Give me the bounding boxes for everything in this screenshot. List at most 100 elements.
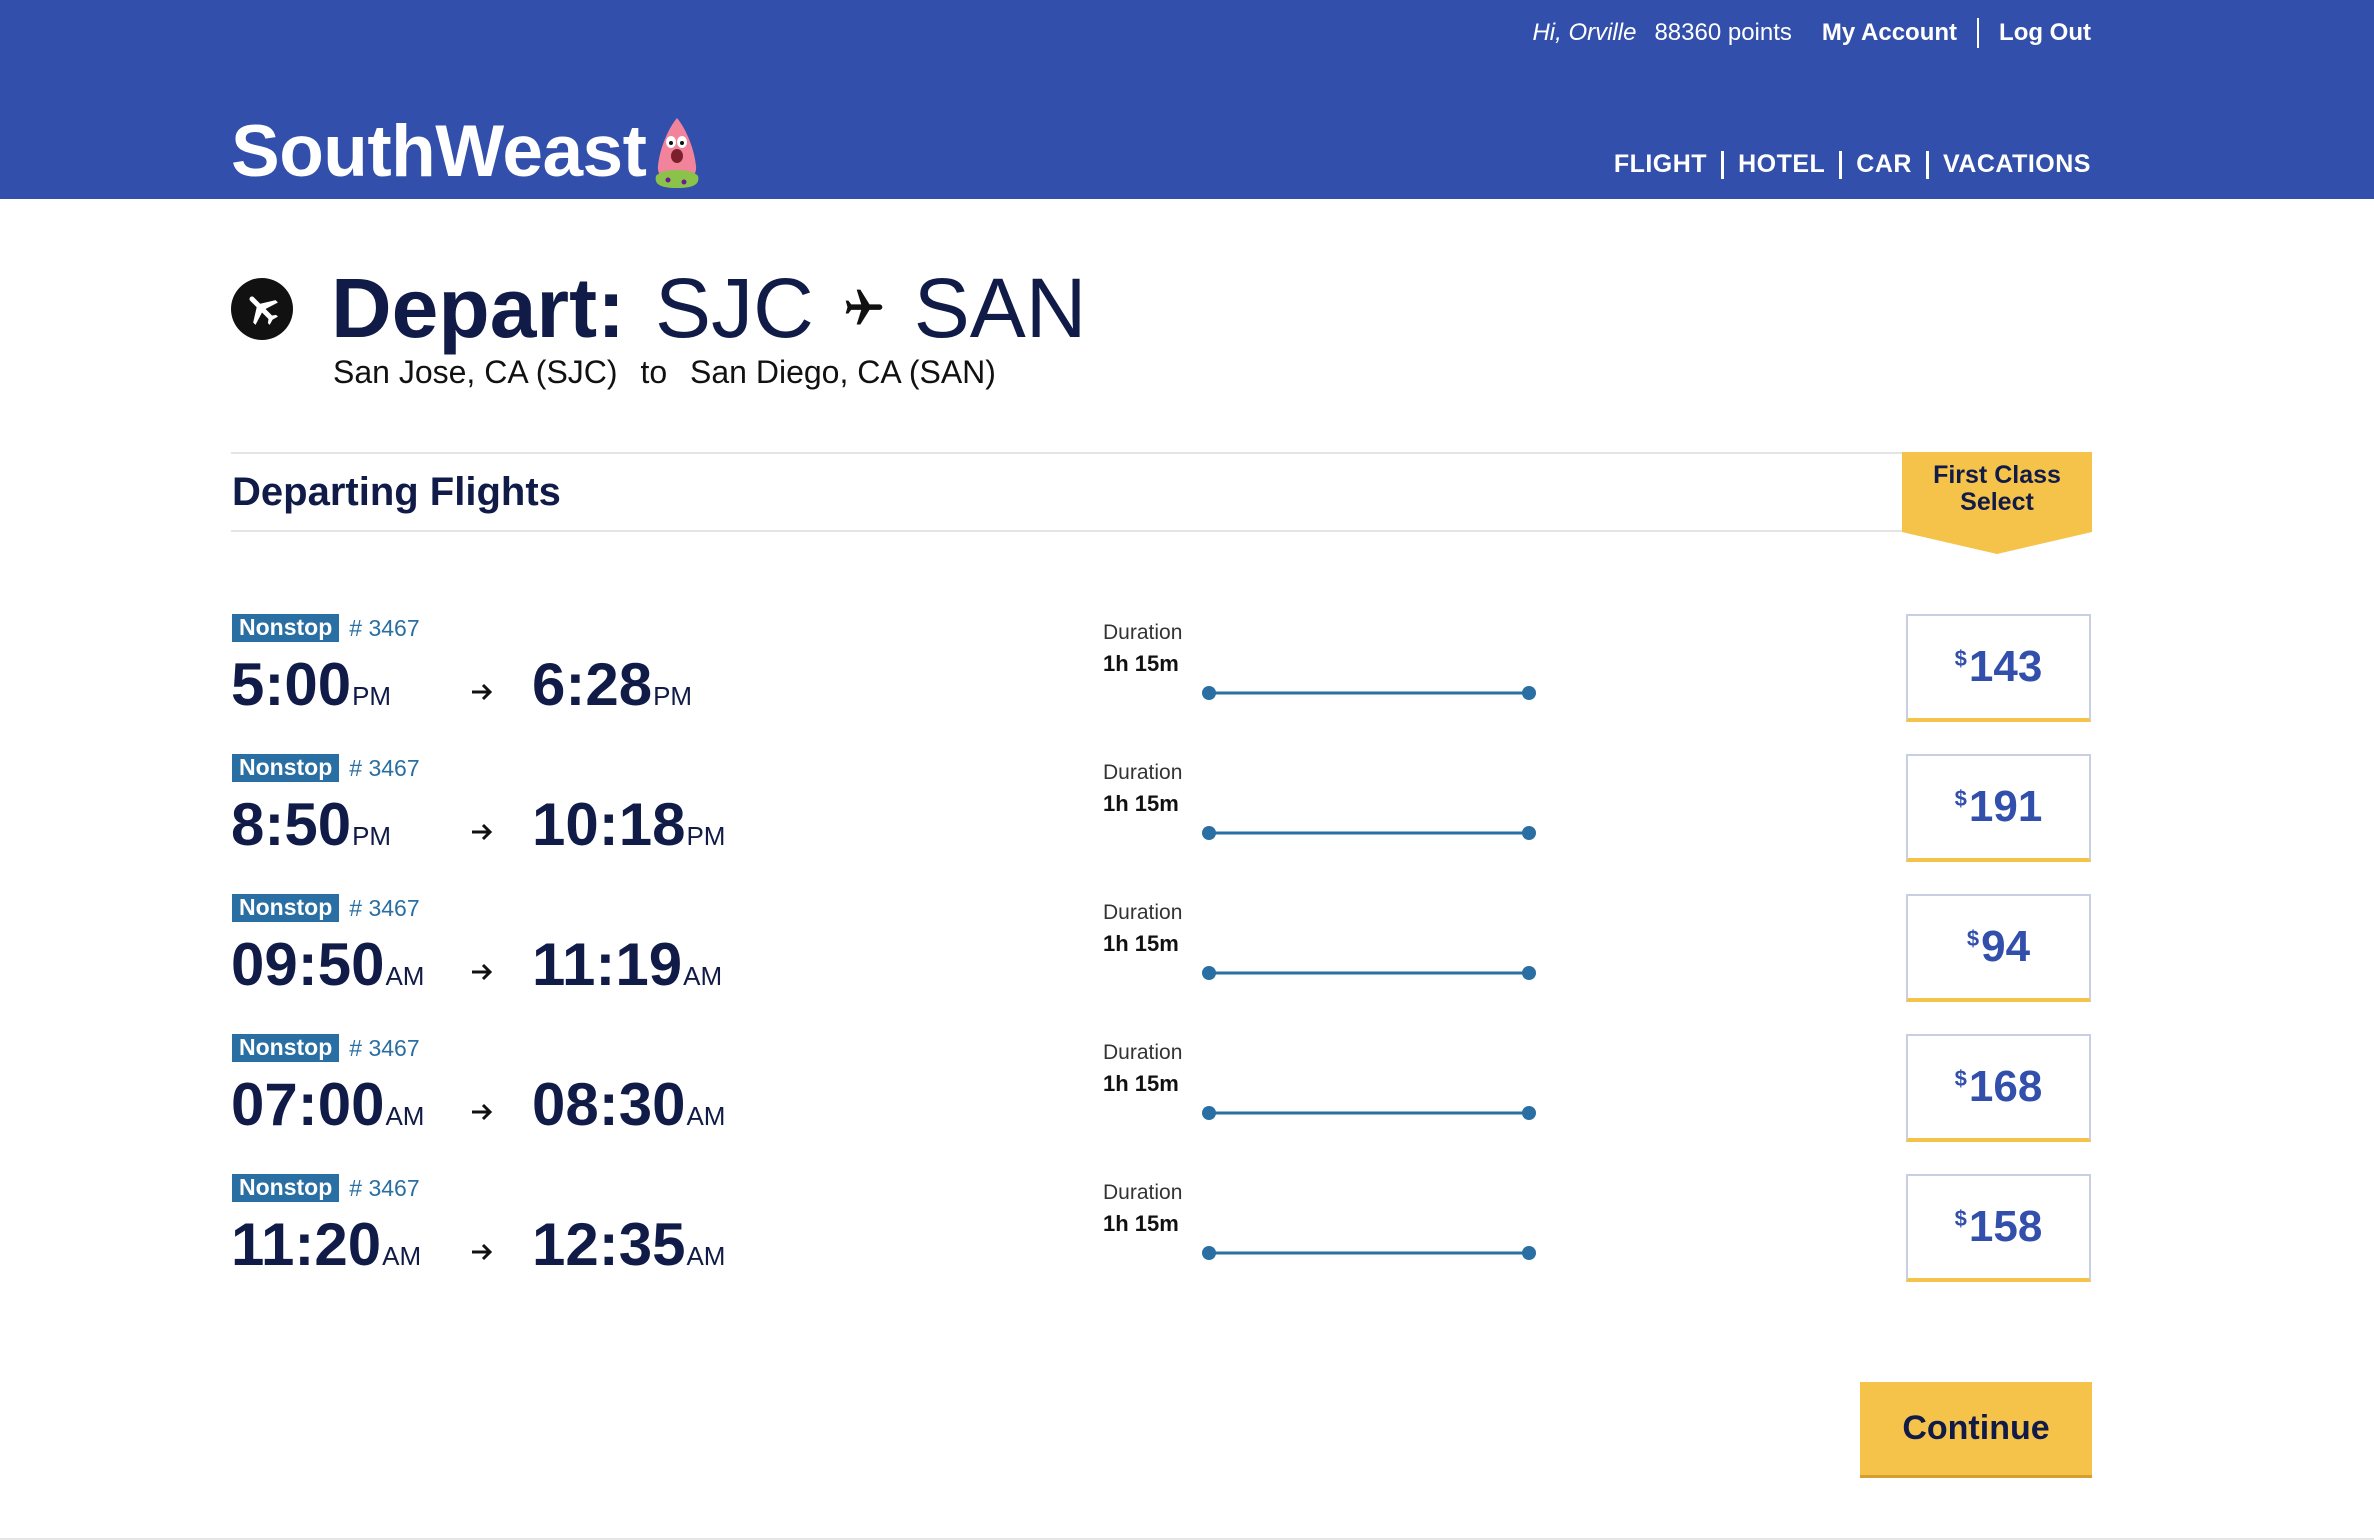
duration-label: Duration: [1103, 761, 1183, 784]
airplane-circle-icon: [231, 278, 293, 340]
nonstop-badge: Nonstop: [232, 754, 340, 782]
flight-row: Nonstop # 3467 07:00AM 08:30AM Duration …: [0, 1034, 2374, 1174]
destination-code: SAN: [913, 261, 1087, 355]
divider: [231, 452, 1903, 454]
page-title: Depart: SJC SAN: [331, 258, 1086, 358]
fare-class-line1: First Class: [1933, 461, 2061, 489]
currency-symbol: $: [1954, 786, 1967, 811]
departure-ampm: PM: [352, 821, 392, 851]
departure-time: 5:00PM: [231, 654, 391, 727]
fare-class-line2: Select: [1960, 488, 2034, 516]
continue-button[interactable]: Continue: [1860, 1382, 2092, 1478]
nonstop-badge: Nonstop: [232, 614, 340, 642]
duration-label: Duration: [1103, 621, 1183, 644]
arrival-ampm: AM: [683, 961, 723, 991]
origin-full: San Jose, CA (SJC): [333, 354, 618, 390]
departure-ampm: AM: [382, 1241, 422, 1271]
destination-full: San Diego, CA (SAN): [690, 354, 996, 390]
flight-badge-line: Nonstop # 3467: [232, 1034, 420, 1062]
price-button[interactable]: $168: [1906, 1034, 2091, 1142]
arrow-right-icon: [472, 1243, 493, 1261]
departure-time: 8:50PM: [231, 794, 391, 867]
flight-badge-line: Nonstop # 3467: [232, 1174, 420, 1202]
account-bar: Hi, Orville 88360 points My Account Log …: [1532, 18, 2091, 48]
airplane-icon: [842, 286, 886, 330]
duration-track: [1202, 826, 1536, 840]
points-balance: 88360 points: [1654, 19, 1792, 46]
divider: [231, 530, 1903, 532]
departure-time: 09:50AM: [231, 934, 424, 1007]
origin-code: SJC: [655, 261, 814, 355]
currency-symbol: $: [1954, 1066, 1967, 1091]
flight-row: Nonstop # 3467 11:20AM 12:35AM Duration …: [0, 1174, 2374, 1314]
flight-row: Nonstop # 3467 8:50PM 10:18PM Duration 1…: [0, 754, 2374, 894]
price-amount: 158: [1968, 1202, 2043, 1251]
flight-row: Nonstop # 3467 5:00PM 6:28PM Duration 1h…: [0, 614, 2374, 754]
logo-text: SouthWeast: [231, 111, 647, 192]
duration-track: [1202, 1106, 1536, 1120]
to-word: to: [640, 354, 668, 390]
departure-time-value: 5:00: [231, 651, 352, 718]
arrival-time-value: 10:18: [532, 791, 686, 858]
flight-badge-line: Nonstop # 3467: [232, 894, 420, 922]
my-account-link[interactable]: My Account: [1822, 19, 1957, 47]
arrow-right-icon: [472, 963, 493, 981]
duration-track: [1202, 686, 1536, 700]
flight-number: # 3467: [349, 754, 420, 781]
duration-track: [1202, 966, 1536, 980]
arrival-ampm: PM: [653, 681, 693, 711]
departure-time-value: 8:50: [231, 791, 352, 858]
flight-number: # 3467: [349, 894, 420, 921]
nonstop-badge: Nonstop: [232, 1034, 340, 1062]
divider: [1839, 150, 1843, 179]
nav-car[interactable]: CAR: [1856, 150, 1912, 179]
flight-number: # 3467: [349, 614, 420, 641]
arrival-time-value: 12:35: [532, 1211, 686, 1278]
arrival-ampm: AM: [686, 1241, 726, 1271]
arrival-time: 10:18PM: [532, 794, 725, 867]
site-header: Hi, Orville 88360 points My Account Log …: [0, 0, 2374, 199]
price-amount: 168: [1968, 1062, 2043, 1111]
section-title: Departing Flights: [232, 470, 561, 514]
arrival-ampm: PM: [686, 821, 726, 851]
arrow-right-icon: [472, 1103, 493, 1121]
flight-number: # 3467: [349, 1034, 420, 1061]
arrow-right-icon: [472, 683, 493, 701]
departure-time-value: 09:50: [231, 931, 385, 998]
fare-class-label: First Class Select: [1902, 462, 2092, 516]
arrival-ampm: AM: [686, 1101, 726, 1131]
duration-value: 1h 15m: [1103, 931, 1179, 956]
duration-track: [1202, 1246, 1536, 1260]
nonstop-badge: Nonstop: [232, 894, 340, 922]
mascot-icon: [656, 118, 699, 188]
arrival-time-value: 11:19: [532, 931, 683, 998]
site-logo[interactable]: SouthWeast: [231, 112, 706, 192]
price-amount: 143: [1968, 642, 2043, 691]
departure-ampm: AM: [385, 961, 425, 991]
nav-flight[interactable]: FLIGHT: [1614, 150, 1707, 179]
flight-row: Nonstop # 3467 09:50AM 11:19AM Duration …: [0, 894, 2374, 1034]
price-button[interactable]: $143: [1906, 614, 2091, 722]
arrival-time: 11:19AM: [532, 934, 722, 1007]
log-out-link[interactable]: Log Out: [1999, 19, 2091, 47]
nonstop-badge: Nonstop: [232, 1174, 340, 1202]
currency-symbol: $: [1954, 1206, 1967, 1231]
price-button[interactable]: $191: [1906, 754, 2091, 862]
arrival-time-value: 6:28: [532, 651, 653, 718]
duration-value: 1h 15m: [1103, 1071, 1179, 1096]
flight-badge-line: Nonstop # 3467: [232, 614, 420, 642]
nav-vacations[interactable]: VACATIONS: [1943, 150, 2091, 179]
divider: [1977, 18, 1980, 48]
departure-time: 07:00AM: [231, 1074, 424, 1147]
route-subtitle: San Jose, CA (SJC) to San Diego, CA (SAN…: [333, 354, 996, 391]
nav-hotel[interactable]: HOTEL: [1738, 150, 1825, 179]
arrival-time: 08:30AM: [532, 1074, 725, 1147]
duration-label: Duration: [1103, 901, 1183, 924]
flight-number: # 3467: [349, 1174, 420, 1201]
departure-time: 11:20AM: [231, 1214, 421, 1287]
price-amount: 94: [1981, 922, 2031, 971]
price-button[interactable]: $158: [1906, 1174, 2091, 1282]
price-button[interactable]: $94: [1906, 894, 2091, 1002]
duration-label: Duration: [1103, 1181, 1183, 1204]
departure-ampm: PM: [352, 681, 392, 711]
